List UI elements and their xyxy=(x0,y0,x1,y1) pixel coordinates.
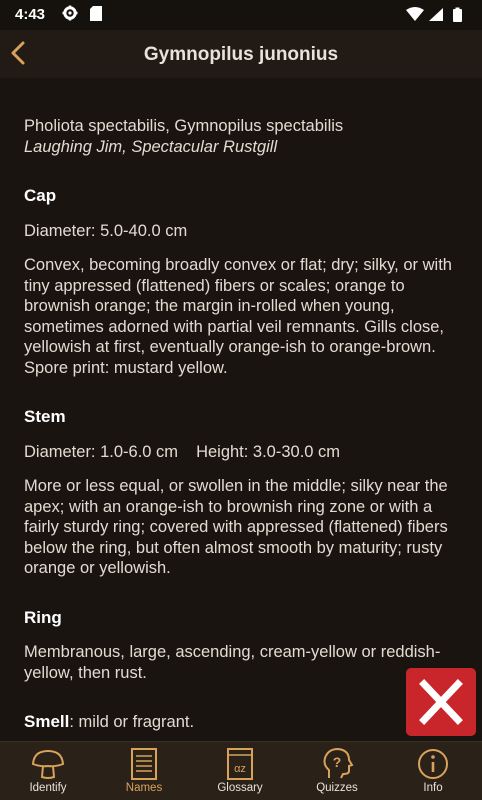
mushroom-icon xyxy=(31,749,65,779)
bottom-nav: Identify Names αz Glossary ? Quizzes Inf… xyxy=(0,741,482,800)
common-names: Laughing Jim, Spectacular Rustgill xyxy=(24,137,278,156)
smell-value: : mild or fragrant. xyxy=(69,713,195,731)
tab-glossary[interactable]: αz Glossary xyxy=(192,742,288,800)
stem-diameter: Diameter: 1.0-6.0 cm xyxy=(24,442,179,461)
page-title: Gymnopilus junonius xyxy=(143,44,339,65)
tab-quizzes-label: Quizzes xyxy=(316,782,358,794)
settings-gear-icon xyxy=(62,5,78,25)
wifi-icon xyxy=(406,7,424,21)
cap-diameter: Diameter: 5.0-40.0 cm xyxy=(24,221,188,240)
names-list-icon xyxy=(131,748,157,780)
tab-quizzes[interactable]: ? Quizzes xyxy=(289,742,385,800)
synonyms: Pholiota spectabilis, Gymnopilus spectab… xyxy=(24,117,344,135)
quiz-head-icon: ? xyxy=(323,748,354,779)
info-icon xyxy=(418,749,448,779)
species-names: Pholiota spectabilis, Gymnopilus spectab… xyxy=(24,116,462,157)
tab-info[interactable]: Info xyxy=(385,742,481,800)
app-bar: Gymnopilus junonius xyxy=(0,30,482,78)
svg-text:αz: αz xyxy=(234,763,246,775)
tab-glossary-label: Glossary xyxy=(217,782,263,794)
stem-measurements: Diameter: 1.0-6.0 cm Height: 3.0-30.0 cm xyxy=(24,442,462,463)
tab-identify-label: Identify xyxy=(29,782,67,794)
close-button[interactable] xyxy=(406,668,476,736)
status-icons xyxy=(406,7,468,27)
stem-description: More or less equal, or swollen in the mi… xyxy=(24,477,448,577)
stem-heading: Stem xyxy=(24,407,66,426)
battery-icon xyxy=(453,7,462,22)
tab-names[interactable]: Names xyxy=(96,742,192,800)
ring-heading: Ring xyxy=(24,607,62,627)
tab-names-label: Names xyxy=(125,782,163,794)
tab-identify[interactable]: Identify xyxy=(0,742,96,800)
stem-height: Height: 3.0-30.0 cm xyxy=(196,442,341,461)
cap-description: Convex, becoming broadly convex or flat;… xyxy=(24,256,452,377)
cap-heading: Cap xyxy=(24,186,57,205)
tab-info-label: Info xyxy=(423,782,443,794)
close-icon xyxy=(419,679,463,725)
status-bar: 4:43 xyxy=(0,0,482,30)
signal-icon xyxy=(429,8,443,21)
smell-line: Smell: mild or fragrant. xyxy=(24,712,462,733)
glossary-icon: αz xyxy=(227,748,253,780)
status-time: 4:43 xyxy=(15,6,46,23)
svg-text:?: ? xyxy=(333,754,342,770)
smell-heading: Smell xyxy=(24,712,70,731)
ring-description: Membranous, large, ascending, cream-yell… xyxy=(24,643,441,682)
species-description: Pholiota spectabilis, Gymnopilus spectab… xyxy=(24,78,462,733)
sd-card-icon xyxy=(90,6,102,25)
